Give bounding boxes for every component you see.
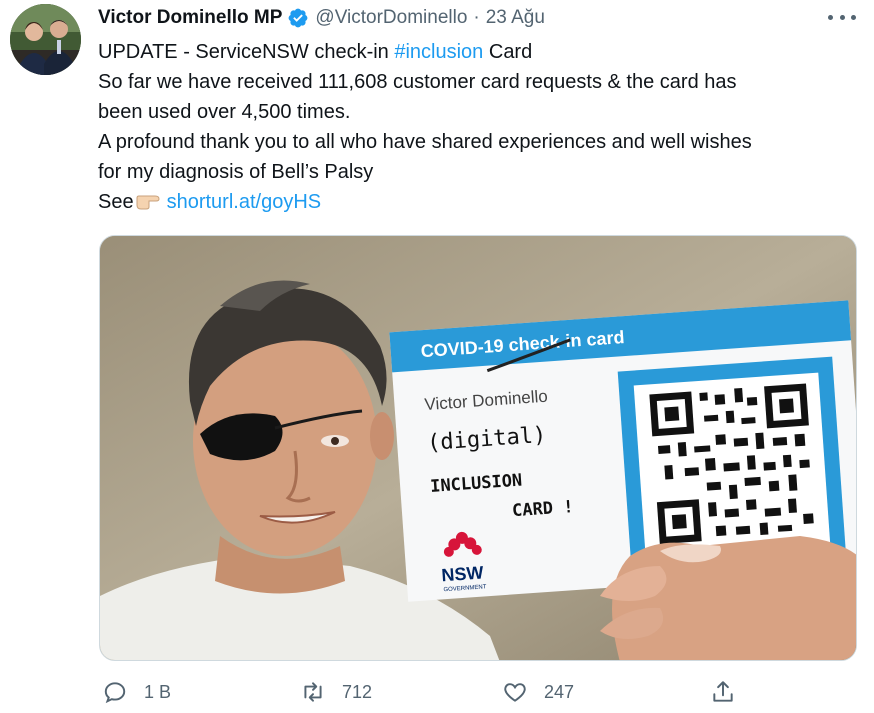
svg-text:NSW: NSW bbox=[441, 562, 484, 585]
tweet-text: UPDATE - ServiceNSW check-in #inclusion … bbox=[98, 37, 858, 217]
retweet-icon bbox=[304, 682, 322, 702]
reply-icon bbox=[104, 682, 126, 704]
tweet-line-6: See shorturl.at/goyHS bbox=[98, 191, 322, 213]
share-button[interactable] bbox=[710, 679, 736, 705]
like-button[interactable]: 247 bbox=[502, 679, 574, 705]
retweet-button[interactable]: 712 bbox=[300, 679, 372, 705]
tweet-line-5: for my diagnosis of Bell’s Palsy bbox=[98, 161, 374, 183]
share-icon bbox=[713, 681, 733, 702]
tweet-photo[interactable]: COVID-19 check-in card Victor Dominello … bbox=[99, 235, 857, 661]
reply-button[interactable]: 1 B bbox=[102, 679, 171, 705]
tweet-line-3: been used over 4,500 times. bbox=[98, 101, 351, 123]
tweet-line-4: A profound thank you to all who have sha… bbox=[98, 131, 752, 153]
card-handwritten-3: CARD ! bbox=[511, 497, 574, 521]
header-separator: · bbox=[473, 7, 480, 28]
retweet-count: 712 bbox=[342, 681, 373, 702]
heart-icon bbox=[504, 683, 526, 702]
tweet-header: Victor Dominello MP @VictorDominello · 2… bbox=[98, 5, 545, 31]
like-count: 247 bbox=[544, 681, 575, 702]
short-url-link[interactable]: shorturl.at/goyHS bbox=[167, 191, 322, 213]
pointing-right-emoji-icon bbox=[136, 195, 160, 210]
verified-badge-icon bbox=[289, 8, 308, 28]
tweet-line-1: UPDATE - ServiceNSW check-in #inclusion … bbox=[98, 41, 533, 63]
author-avatar[interactable] bbox=[10, 4, 81, 75]
more-options-icon[interactable] bbox=[828, 8, 856, 26]
hashtag-link[interactable]: #inclusion bbox=[394, 41, 483, 63]
tweet-date[interactable]: 23 Ağu bbox=[486, 7, 545, 29]
tweet-actions: 1 B 712 247 bbox=[0, 676, 874, 712]
reply-count: 1 B bbox=[144, 681, 172, 702]
author-handle[interactable]: @VictorDominello bbox=[315, 7, 467, 29]
tweet-line-2: So far we have received 111,608 customer… bbox=[98, 71, 737, 93]
author-name[interactable]: Victor Dominello MP bbox=[98, 7, 282, 29]
